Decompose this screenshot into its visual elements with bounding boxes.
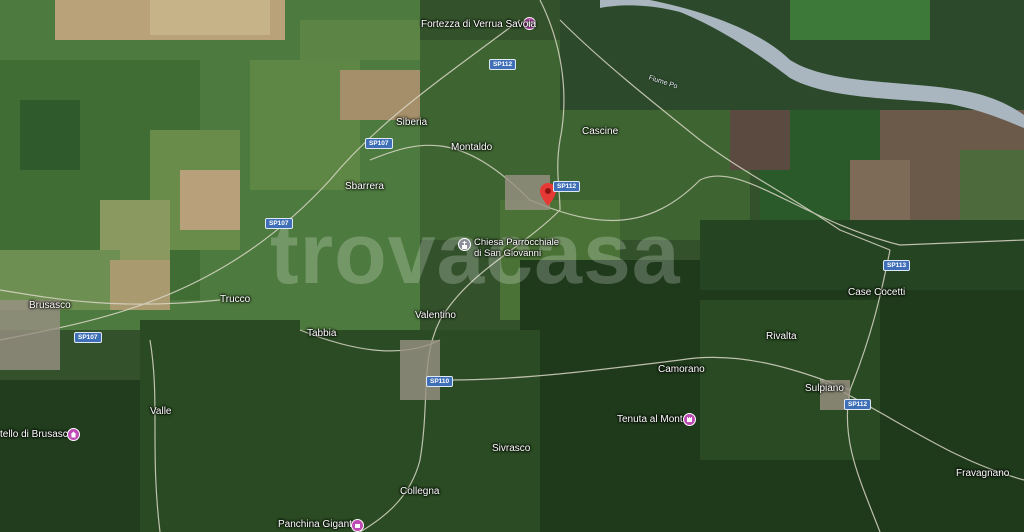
place-label-fortezza[interactable]: Fortezza di Verrua Savoia bbox=[421, 19, 536, 30]
road-shield-sp110: SP110 bbox=[426, 376, 454, 387]
road-shield-sp107: SP107 bbox=[74, 332, 102, 343]
place-label-panchina[interactable]: Panchina Gigante bbox=[278, 519, 358, 530]
place-label-brusasco[interactable]: Brusasco bbox=[29, 300, 71, 311]
place-label-case-cocetti[interactable]: Case Cocetti bbox=[848, 287, 905, 298]
road-shield-sp113: SP113 bbox=[883, 260, 911, 271]
attraction-icon[interactable] bbox=[683, 413, 696, 426]
place-label-siberia[interactable]: Siberia bbox=[396, 117, 427, 128]
place-label-camorano[interactable]: Camorano bbox=[658, 364, 705, 375]
road-shield-sp107: SP107 bbox=[265, 218, 293, 229]
place-label-tenuta[interactable]: Tenuta al Monte bbox=[617, 414, 688, 425]
place-label-collegna[interactable]: Collegna bbox=[400, 486, 439, 497]
road-shield-sp112: SP112 bbox=[844, 399, 872, 410]
satellite-map[interactable]: trovacasa Fortezza di Verrua Savoia Sibe… bbox=[0, 0, 1024, 532]
place-label-valentino[interactable]: Valentino bbox=[415, 310, 456, 321]
place-label-valle[interactable]: Valle bbox=[150, 406, 172, 417]
attraction-icon[interactable] bbox=[67, 428, 80, 441]
attraction-icon[interactable] bbox=[351, 519, 364, 532]
place-label-montaldo[interactable]: Montaldo bbox=[451, 142, 492, 153]
place-label-rivalta[interactable]: Rivalta bbox=[766, 331, 797, 342]
road-shield-sp112: SP112 bbox=[489, 59, 517, 70]
place-label-sbarrera[interactable]: Sbarrera bbox=[345, 181, 384, 192]
place-label-trucco[interactable]: Trucco bbox=[220, 294, 250, 305]
place-label-sulpiano[interactable]: Sulpiano bbox=[805, 383, 844, 394]
place-label-tabbia[interactable]: Tabbia bbox=[307, 328, 336, 339]
church-icon[interactable] bbox=[458, 238, 471, 251]
road-shield-sp112: SP112 bbox=[553, 181, 581, 192]
place-label-sivrasco[interactable]: Sivrasco bbox=[492, 443, 530, 454]
place-label-cascine[interactable]: Cascine bbox=[582, 126, 618, 137]
place-label-castello[interactable]: tello di Brusasco bbox=[0, 429, 73, 440]
place-label-fravagnano[interactable]: Fravagnano bbox=[956, 468, 1009, 479]
road-shield-sp107: SP107 bbox=[365, 138, 393, 149]
place-label-chiesa[interactable]: Chiesa Parrocchiale di San Giovanni bbox=[474, 237, 559, 259]
